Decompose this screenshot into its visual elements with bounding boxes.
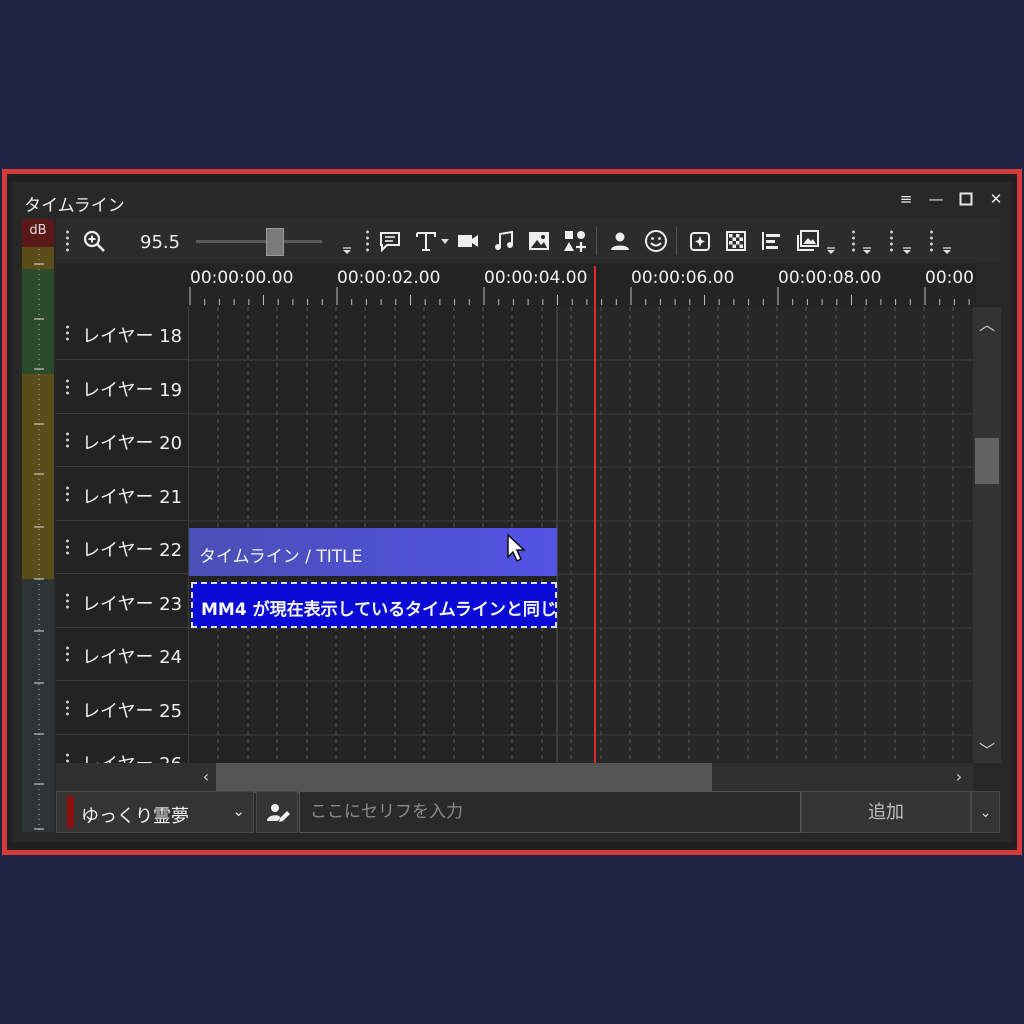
zoom-icon[interactable] <box>82 229 106 253</box>
layer-label-row[interactable]: レイヤー 24 <box>56 628 188 681</box>
text-clip[interactable]: MM4 が現在表示しているタイムラインと同じ <box>191 582 557 628</box>
drag-handle-icon[interactable] <box>66 592 69 610</box>
image-icon[interactable] <box>527 229 551 253</box>
meter-bars <box>22 247 54 832</box>
toolbar-grip[interactable] <box>890 229 893 253</box>
time-ruler[interactable]: 00:00:00.00 00:00:02.00 00:00:04.00 00:0… <box>56 263 976 307</box>
layer-label-column: レイヤー 18 レイヤー 19 レイヤー 20 レイヤー 21 レイヤー 22 … <box>56 307 188 763</box>
drag-handle-icon[interactable] <box>66 752 69 763</box>
add-shape-icon[interactable] <box>563 229 587 253</box>
toolbar-grip[interactable] <box>852 229 855 253</box>
layer-label-row[interactable]: レイヤー 21 <box>56 468 188 521</box>
user-edit-icon <box>267 804 290 822</box>
toolbar-separator <box>676 227 677 255</box>
serif-input[interactable] <box>299 791 801 833</box>
serif-input-bar: ゆっくり霊夢 ⌄ 追加 ⌄ <box>56 791 1000 833</box>
text-icon[interactable] <box>414 229 438 253</box>
drag-handle-icon[interactable] <box>66 538 69 556</box>
vertical-scroll-thumb[interactable] <box>975 438 999 484</box>
horizontal-scroll-thumb[interactable] <box>216 763 712 793</box>
layer-label-row[interactable]: レイヤー 25 <box>56 682 188 735</box>
scroll-down-icon[interactable]: ﹀ <box>973 737 1001 761</box>
layer-name: レイヤー 26 <box>82 750 182 763</box>
dropdown-icon[interactable] <box>862 247 872 255</box>
toolbar-grip[interactable] <box>366 229 369 253</box>
dropdown-icon[interactable] <box>902 247 912 255</box>
dropdown-icon[interactable] <box>942 247 952 255</box>
effect-add-icon[interactable] <box>688 229 712 253</box>
layer-name: レイヤー 25 <box>82 701 183 722</box>
scroll-right-icon[interactable]: › <box>945 767 973 786</box>
dropdown-icon[interactable] <box>342 247 352 255</box>
drag-handle-icon[interactable] <box>66 378 69 396</box>
timeline-window: タイムライン ≡ — ✕ dB 95.5 00:00:00.00 00:00:0… <box>12 182 1012 842</box>
music-note-icon[interactable] <box>492 229 516 253</box>
character-select[interactable]: ゆっくり霊夢 ⌄ <box>56 791 254 833</box>
zoom-slider-track[interactable] <box>196 240 322 243</box>
horizontal-scrollbar[interactable]: ‹ › <box>56 763 973 793</box>
smiley-icon[interactable] <box>644 229 668 253</box>
zoom-value: 95.5 <box>140 232 181 253</box>
title-bar: タイムライン ≡ — ✕ <box>12 182 1012 218</box>
character-color-swatch <box>67 796 74 828</box>
layer-name: レイヤー 21 <box>82 487 183 508</box>
layer-label-row[interactable]: レイヤー 23 <box>56 575 188 628</box>
mouse-cursor-icon <box>507 533 526 563</box>
drag-handle-icon[interactable] <box>66 324 69 342</box>
layer-name: レイヤー 20 <box>82 433 183 454</box>
menu-icon[interactable]: ≡ <box>898 190 914 208</box>
person-icon[interactable] <box>608 229 632 253</box>
title-clip-label: タイムライン / TITLE <box>199 547 363 567</box>
drag-handle-icon[interactable] <box>66 699 69 717</box>
playhead[interactable] <box>594 266 596 763</box>
user-edit-button[interactable] <box>256 791 298 833</box>
add-dropdown-button[interactable]: ⌄ <box>971 791 1000 833</box>
layer-label-row[interactable]: レイヤー 20 <box>56 414 188 467</box>
layer-label-row[interactable]: レイヤー 26 <box>56 735 188 763</box>
minimize-icon[interactable]: — <box>928 190 944 208</box>
layer-name: レイヤー 23 <box>82 594 183 615</box>
layer-name: レイヤー 24 <box>82 647 183 668</box>
window-title: タイムライン <box>24 196 125 216</box>
video-camera-icon[interactable] <box>456 229 480 253</box>
toolbar-grip[interactable] <box>930 229 933 253</box>
ruler-ticks <box>189 287 970 305</box>
layer-label-row[interactable]: レイヤー 22 <box>56 521 188 574</box>
vertical-scrollbar[interactable]: ︿ ﹀ <box>973 307 1001 763</box>
audio-meter: dB <box>22 219 54 832</box>
text-clip-label: MM4 が現在表示しているタイムラインと同じ <box>201 600 557 620</box>
chevron-down-icon: ⌄ <box>232 802 245 820</box>
close-icon[interactable]: ✕ <box>988 190 1004 208</box>
character-name: ゆっくり霊夢 <box>81 806 189 827</box>
add-button[interactable]: 追加 <box>801 791 971 833</box>
scroll-up-icon[interactable]: ︿ <box>973 311 1001 335</box>
layer-label-row[interactable]: レイヤー 18 <box>56 307 188 360</box>
title-clip[interactable]: タイムライン / TITLE <box>189 528 557 576</box>
text-dropdown-icon[interactable] <box>440 237 450 245</box>
align-left-icon[interactable] <box>760 229 784 253</box>
toolbar: 95.5 <box>56 219 1000 263</box>
toolbar-separator <box>596 227 597 255</box>
layer-label-row[interactable]: レイヤー 19 <box>56 361 188 414</box>
maximize-icon[interactable] <box>958 190 974 208</box>
drag-handle-icon[interactable] <box>66 431 69 449</box>
toolbar-grip[interactable] <box>66 229 69 253</box>
dropdown-icon[interactable] <box>826 247 836 255</box>
layer-name: レイヤー 22 <box>82 540 183 561</box>
drag-handle-icon[interactable] <box>66 645 69 663</box>
speech-bubble-icon[interactable] <box>378 229 402 253</box>
gallery-icon[interactable] <box>796 229 820 253</box>
layer-name: レイヤー 18 <box>82 326 183 347</box>
checkerboard-icon[interactable] <box>724 229 748 253</box>
zoom-slider-thumb[interactable] <box>266 228 284 256</box>
track-area[interactable]: タイムライン / TITLE MM4 が現在表示しているタイムラインと同じ <box>188 307 974 763</box>
layer-name: レイヤー 19 <box>82 380 183 401</box>
drag-handle-icon[interactable] <box>66 485 69 503</box>
